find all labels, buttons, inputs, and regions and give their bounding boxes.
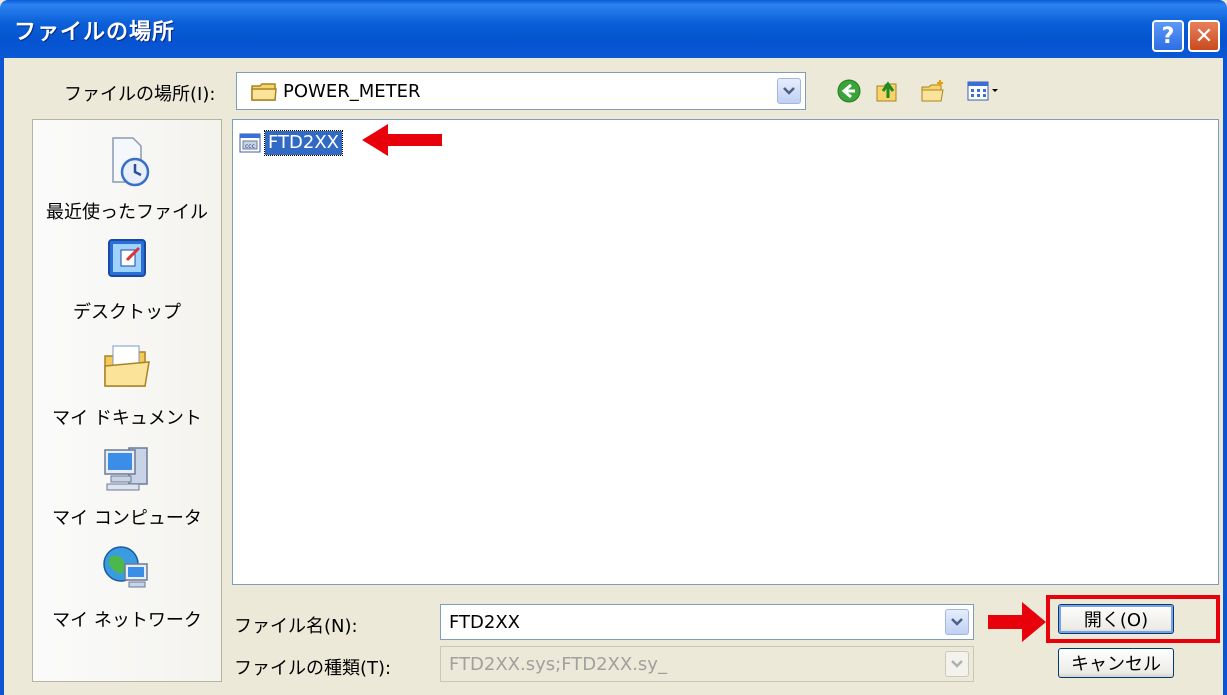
- open-button[interactable]: 開く(O): [1058, 604, 1174, 634]
- filename-value: FTD2XX: [449, 612, 521, 633]
- up-folder-icon[interactable]: [874, 78, 900, 104]
- view-menu-icon[interactable]: [966, 78, 1006, 104]
- file-open-dialog: ファイルの場所 ? ✕ ファイルの場所(I): POWER_METER 最近使っ…: [0, 0, 1227, 695]
- window-title: ファイルの場所: [14, 20, 176, 45]
- place-label: マイ コンピュータ: [52, 508, 202, 529]
- place-label: デスクトップ: [73, 302, 181, 323]
- file-list[interactable]: ccc FTD2XX: [232, 119, 1219, 585]
- cancel-button[interactable]: キャンセル: [1058, 648, 1174, 678]
- filetype-dropdown[interactable]: FTD2XX.sys;FTD2XX.sy_: [440, 646, 974, 682]
- filename-field[interactable]: FTD2XX: [440, 604, 974, 640]
- folder-icon: [251, 83, 277, 101]
- svg-text:ccc: ccc: [245, 143, 255, 150]
- list-item[interactable]: ccc FTD2XX: [239, 130, 344, 156]
- lookin-dropdown[interactable]: POWER_METER: [236, 72, 806, 110]
- desktop-icon: [108, 239, 146, 277]
- lookin-dropdown-button[interactable]: [777, 78, 801, 104]
- place-desktop[interactable]: デスクトップ: [33, 234, 221, 324]
- place-label: マイ ドキュメント: [52, 408, 202, 429]
- file-name: FTD2XX: [263, 130, 344, 156]
- back-icon[interactable]: [836, 78, 862, 104]
- chevron-down-icon: [951, 660, 963, 668]
- window-border-right: [1223, 58, 1227, 695]
- chevron-down-icon: [951, 618, 963, 626]
- close-button[interactable]: ✕: [1188, 20, 1220, 52]
- lookin-label: ファイルの場所(I):: [64, 84, 216, 105]
- window-border-left: [0, 58, 4, 695]
- recent-documents-icon: [112, 137, 150, 187]
- place-label: 最近使ったファイル: [46, 202, 208, 223]
- filename-label: ファイル名(N):: [234, 616, 358, 637]
- place-label: マイ ネットワーク: [52, 610, 202, 631]
- my-computer-icon: [104, 447, 148, 491]
- title-bar[interactable]: ファイルの場所 ? ✕: [0, 0, 1227, 58]
- system-file-icon: ccc: [239, 133, 261, 153]
- lookin-value: POWER_METER: [283, 81, 421, 102]
- my-documents-icon: [104, 345, 150, 387]
- filetype-value: FTD2XX.sys;FTD2XX.sy_: [449, 654, 667, 675]
- chevron-down-icon: [783, 87, 795, 95]
- my-network-icon: [103, 546, 148, 588]
- place-my-network[interactable]: マイ ネットワーク: [33, 542, 221, 632]
- place-my-computer[interactable]: マイ コンピュータ: [33, 440, 221, 530]
- filename-dropdown-button[interactable]: [945, 609, 969, 635]
- filetype-dropdown-button[interactable]: [945, 651, 969, 677]
- annotation-arrow-right-icon: [988, 602, 1046, 642]
- help-button[interactable]: ?: [1152, 20, 1184, 52]
- annotation-arrow-left-icon: [362, 124, 442, 156]
- places-bar: 最近使ったファイル デスクトップ マイ ドキュメント マイ コンピュータ マイ …: [32, 119, 222, 682]
- filetype-label: ファイルの種類(T):: [234, 658, 392, 679]
- place-my-documents[interactable]: マイ ドキュメント: [33, 340, 221, 430]
- place-recent[interactable]: 最近使ったファイル: [33, 134, 221, 224]
- new-folder-icon[interactable]: [920, 78, 946, 104]
